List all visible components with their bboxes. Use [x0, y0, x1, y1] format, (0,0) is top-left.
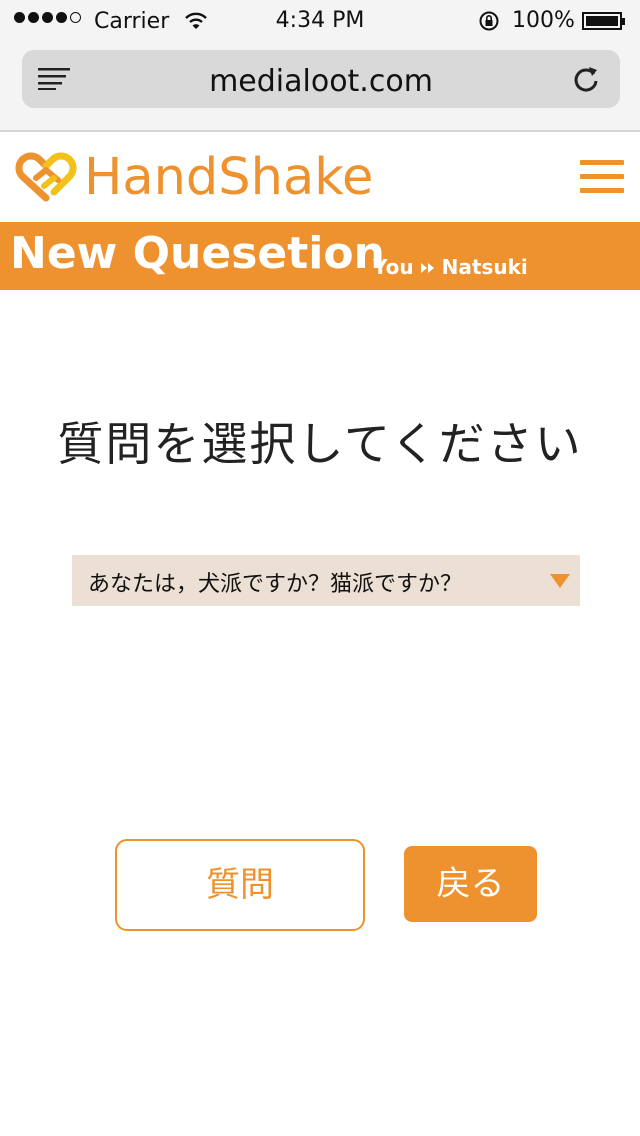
breadcrumb-to: Natsuki — [441, 255, 528, 279]
ask-question-button[interactable]: 質問 — [115, 839, 365, 931]
battery-icon — [582, 12, 625, 30]
breadcrumb: You Natsuki — [373, 255, 528, 279]
handshake-logo-icon — [14, 146, 78, 208]
page-title: New Quesetion — [10, 228, 385, 279]
back-button[interactable]: 戻る — [404, 846, 537, 922]
url-text[interactable]: medialoot.com — [22, 64, 620, 99]
lock-rotation-icon — [478, 10, 500, 38]
breadcrumb-from: You — [373, 255, 414, 279]
double-arrow-icon — [420, 255, 436, 279]
question-select[interactable]: あなたは，犬派ですか？猫派ですか？ — [72, 555, 580, 606]
select-value: あなたは，犬派ですか？猫派ですか？ — [88, 572, 463, 597]
browser-toolbar: medialoot.com — [0, 44, 640, 132]
brand-name: HandShake — [84, 147, 374, 207]
address-bar[interactable]: medialoot.com — [22, 50, 620, 108]
hamburger-menu-icon[interactable] — [580, 160, 624, 196]
status-bar: Carrier 4:34 PM 100% — [0, 0, 640, 44]
logo[interactable]: HandShake — [14, 146, 373, 208]
page-title-band: New Quesetion You Natsuki — [0, 220, 640, 288]
battery-percent: 100% — [512, 8, 575, 33]
dropdown-arrow-icon — [550, 574, 570, 588]
title-underline — [0, 288, 640, 290]
select-question-heading: 質問を選択してください — [57, 417, 583, 471]
reload-icon[interactable] — [572, 63, 600, 97]
site-header: HandShake — [0, 132, 640, 220]
